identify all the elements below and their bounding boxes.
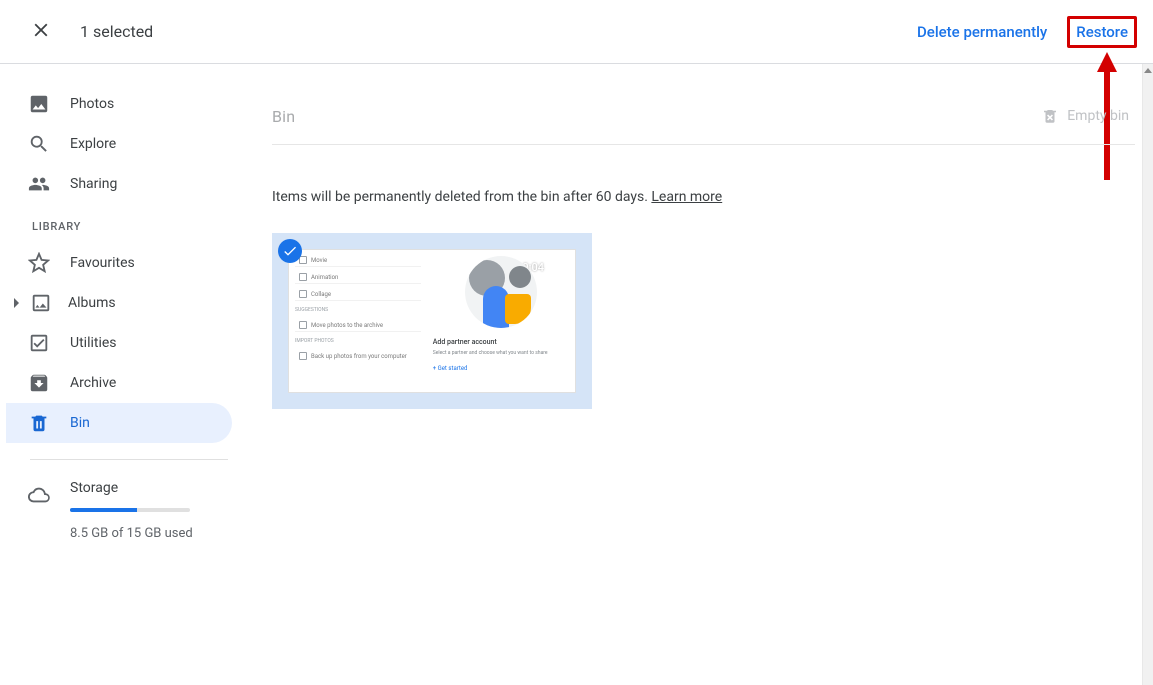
sidebar: Photos Explore Sharing LIBRARY Favourite… xyxy=(0,64,252,685)
sidebar-item-sharing[interactable]: Sharing xyxy=(6,164,232,204)
empty-bin-label: Empty bin xyxy=(1067,108,1129,124)
storage-usage-text: 8.5 GB of 15 GB used xyxy=(70,526,193,541)
sidebar-item-utilities[interactable]: Utilities xyxy=(6,323,232,363)
main-layout: Photos Explore Sharing LIBRARY Favourite… xyxy=(0,64,1153,685)
sidebar-item-label: Photos xyxy=(70,96,114,112)
selection-count: 1 selected xyxy=(80,22,153,41)
close-selection-button[interactable] xyxy=(26,15,56,49)
sidebar-item-label: Bin xyxy=(70,415,90,431)
search-icon xyxy=(28,133,50,155)
utilities-icon xyxy=(28,332,50,354)
retention-notice: Items will be permanently deleted from t… xyxy=(272,189,1145,205)
sidebar-item-label: Albums xyxy=(68,295,116,311)
notice-text: Items will be permanently deleted from t… xyxy=(272,189,651,205)
scrollbar[interactable] xyxy=(1142,64,1153,685)
sidebar-item-archive[interactable]: Archive xyxy=(6,363,232,403)
sidebar-item-albums[interactable]: Albums xyxy=(6,283,232,323)
sidebar-item-explore[interactable]: Explore xyxy=(6,124,232,164)
sidebar-item-favourites[interactable]: Favourites xyxy=(6,243,232,283)
sidebar-item-label: Archive xyxy=(70,375,116,391)
trash-icon xyxy=(28,412,50,434)
storage-title: Storage xyxy=(70,480,193,496)
photo-icon xyxy=(28,93,50,115)
restore-button[interactable]: Restore xyxy=(1076,23,1128,41)
trash-x-icon xyxy=(1041,107,1059,125)
delete-permanently-button[interactable]: Delete permanently xyxy=(909,17,1055,47)
page-title: Bin xyxy=(272,107,295,126)
cloud-icon xyxy=(28,484,50,506)
sidebar-storage[interactable]: Storage 8.5 GB of 15 GB used xyxy=(6,480,252,541)
archive-icon xyxy=(28,372,50,394)
people-icon xyxy=(28,173,50,195)
sidebar-item-photos[interactable]: Photos xyxy=(6,84,232,124)
selected-check-icon[interactable] xyxy=(278,239,302,263)
selection-toolbar: 1 selected Delete permanently Restore xyxy=(0,0,1153,64)
storage-bar xyxy=(70,508,190,512)
star-icon xyxy=(28,252,50,274)
sidebar-divider xyxy=(30,459,228,460)
chevron-right-icon xyxy=(12,298,22,308)
annotation-highlight: Restore xyxy=(1067,16,1137,48)
scroll-up-icon[interactable] xyxy=(1143,66,1152,75)
sidebar-section-library: LIBRARY xyxy=(6,204,252,243)
sidebar-item-label: Sharing xyxy=(70,176,117,192)
sidebar-item-label: Explore xyxy=(70,136,116,152)
album-icon xyxy=(30,292,52,314)
learn-more-link[interactable]: Learn more xyxy=(651,189,722,205)
play-icon xyxy=(548,257,568,277)
empty-bin-button: Empty bin xyxy=(1041,107,1129,125)
sidebar-item-bin[interactable]: Bin xyxy=(6,403,232,443)
sidebar-item-label: Utilities xyxy=(70,335,117,351)
sidebar-item-label: Favourites xyxy=(70,255,135,271)
media-thumb-selected[interactable]: 0:04 Movie Animation Collage SUGGESTIONS… xyxy=(272,233,592,409)
content-area: Bin Empty bin Items will be permanently … xyxy=(252,64,1153,685)
